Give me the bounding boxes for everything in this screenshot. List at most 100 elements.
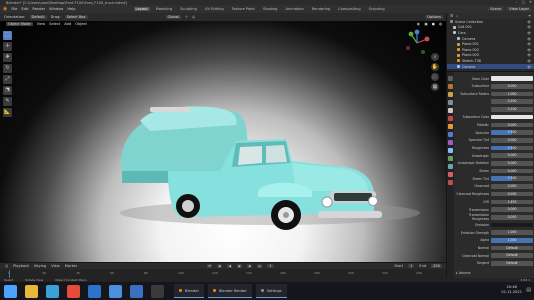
visibility-eye-icon[interactable]: 👁 xyxy=(527,42,531,46)
playhead-marker[interactable] xyxy=(9,270,10,278)
terminal-icon[interactable] xyxy=(151,284,164,298)
menu-window[interactable]: Window xyxy=(49,7,63,11)
tab-sculpting[interactable]: Sculpting xyxy=(178,7,199,11)
filter-icon[interactable]: ⏷ xyxy=(528,14,531,18)
maximize-icon[interactable]: □ xyxy=(522,0,525,4)
visibility-eye-icon[interactable]: 👁 xyxy=(527,59,531,63)
current-frame-field[interactable]: 1 xyxy=(267,264,274,268)
property-field[interactable] xyxy=(491,76,533,81)
outliner-search-icon[interactable]: ⌕ xyxy=(456,14,458,18)
property-field[interactable]: 0.100 xyxy=(491,107,533,112)
visibility-eye-icon[interactable]: 👁 xyxy=(527,65,531,69)
tab-rendering[interactable]: Rendering xyxy=(310,7,332,11)
taskbar-window-settings[interactable]: Settings xyxy=(255,284,287,298)
property-field[interactable]: 0.000 xyxy=(491,84,533,89)
visibility-eye-icon[interactable]: 👁 xyxy=(527,20,531,24)
property-field[interactable]: 1.450 xyxy=(491,199,533,205)
next-key-icon[interactable]: ◆ xyxy=(247,264,253,268)
property-field[interactable]: 0.030 xyxy=(491,191,533,197)
timeline-ruler[interactable]: 020406080100120140160180200220240 xyxy=(0,270,446,278)
menu-marker[interactable]: Marker xyxy=(65,264,77,268)
scene-tab-icon[interactable] xyxy=(448,108,453,113)
pivot-dropdown[interactable]: Global xyxy=(165,15,181,19)
tab-layout[interactable]: Layout xyxy=(133,7,150,11)
tab-uv-editing[interactable]: UV Editing xyxy=(203,7,226,11)
mail-icon[interactable] xyxy=(88,284,101,298)
property-field[interactable]: Default xyxy=(491,245,533,251)
property-field[interactable] xyxy=(491,222,533,228)
menu-keying[interactable]: Keying xyxy=(34,264,46,268)
property-field[interactable]: 0.000 xyxy=(491,137,533,143)
edge-icon[interactable] xyxy=(46,284,59,298)
tab-texture-paint[interactable]: Texture Paint xyxy=(230,7,257,11)
property-field[interactable]: 0.500 xyxy=(491,176,533,182)
visibility-eye-icon[interactable]: 👁 xyxy=(527,53,531,57)
object-tab-icon[interactable] xyxy=(448,124,453,129)
texture-tab-icon[interactable] xyxy=(448,180,453,185)
play-reverse-icon[interactable]: ◀ xyxy=(227,264,233,268)
property-field[interactable] xyxy=(491,114,533,120)
property-field[interactable]: 1.000 xyxy=(491,230,533,235)
menu-file[interactable]: File xyxy=(11,7,17,11)
scene-selector[interactable]: Scene xyxy=(488,7,504,11)
render-tab-icon[interactable] xyxy=(448,84,453,89)
prev-key-icon[interactable]: ◆ xyxy=(217,264,223,268)
property-field[interactable]: 0.500 xyxy=(491,145,533,151)
proportional-icon[interactable]: ◎ xyxy=(192,15,195,19)
jump-start-icon[interactable]: ⏮ xyxy=(207,264,213,268)
tool-tab-icon[interactable] xyxy=(448,76,453,81)
visibility-eye-icon[interactable]: 👁 xyxy=(527,37,531,41)
tab-modeling[interactable]: Modeling xyxy=(154,7,174,11)
system-clock[interactable]: 20:46 01.11.2021 xyxy=(501,285,522,295)
snap-icon[interactable]: ⊹ xyxy=(185,15,188,19)
property-field[interactable]: 1.000 xyxy=(491,238,533,243)
property-field[interactable]: 0.000 xyxy=(491,153,533,158)
visibility-eye-icon[interactable]: 👁 xyxy=(527,25,531,29)
outliner-item[interactable]: Camera 👁 xyxy=(447,63,534,70)
outliner-editor-icon[interactable]: ☰ xyxy=(450,14,453,18)
property-field[interactable]: 0.500 xyxy=(491,130,533,135)
chrome-icon[interactable] xyxy=(67,284,80,298)
play-icon[interactable]: ▶ xyxy=(237,264,243,268)
orientation-dropdown[interactable]: Default xyxy=(29,15,47,19)
drag-dropdown[interactable]: Select Box xyxy=(64,15,88,19)
tab-scripting[interactable]: Scripting xyxy=(367,7,387,11)
property-field[interactable]: 0.000 xyxy=(491,214,533,220)
start-icon[interactable] xyxy=(4,284,17,298)
property-field[interactable]: 0.000 xyxy=(491,161,533,166)
start-frame-field[interactable]: 1 xyxy=(408,264,415,268)
taskbar-window-blender[interactable]: Blender xyxy=(174,284,204,298)
modifier-tab-icon[interactable] xyxy=(448,132,453,137)
world-tab-icon[interactable] xyxy=(448,116,453,121)
property-field[interactable]: 0.000 xyxy=(491,122,533,128)
3d-viewport[interactable]: Object Mode View Select Add Object ◐ ▣ ●… xyxy=(0,21,446,262)
view-layer-selector[interactable]: View Layer xyxy=(507,7,531,11)
particles-tab-icon[interactable] xyxy=(448,140,453,145)
menu-help[interactable]: Help xyxy=(67,7,75,11)
jump-end-icon[interactable]: ⏭ xyxy=(257,264,263,268)
property-field[interactable]: 0.000 xyxy=(491,168,533,174)
property-field[interactable]: 1.000 xyxy=(491,91,533,97)
notification-icon[interactable]: ▤ xyxy=(526,287,531,293)
options-dropdown[interactable]: Options xyxy=(425,15,443,19)
end-frame-field[interactable]: 250 xyxy=(431,264,442,268)
material-tab-icon[interactable] xyxy=(448,172,453,177)
property-field[interactable]: 0.000 xyxy=(491,207,533,212)
visibility-eye-icon[interactable]: 👁 xyxy=(527,31,531,35)
file-explorer-icon[interactable] xyxy=(25,284,38,298)
close-icon[interactable]: ✕ xyxy=(529,0,532,4)
property-field[interactable]: Default xyxy=(491,253,533,259)
output-tab-icon[interactable] xyxy=(448,92,453,97)
volume-section-header[interactable]: ▸ Volume xyxy=(456,271,470,275)
tab-compositing[interactable]: Compositing xyxy=(336,7,363,11)
view-layer-tab-icon[interactable] xyxy=(448,100,453,105)
tab-shading[interactable]: Shading xyxy=(261,7,280,11)
menu-playback[interactable]: Playback xyxy=(13,264,29,268)
menu-render[interactable]: Render xyxy=(32,7,45,11)
photos-icon[interactable] xyxy=(130,284,143,298)
data-tab-icon[interactable] xyxy=(448,164,453,169)
physics-tab-icon[interactable] xyxy=(448,148,453,153)
timeline-editor-icon[interactable]: ◷ xyxy=(5,264,8,268)
blender-logo-icon[interactable]: ◉ xyxy=(3,6,7,12)
menu-view-timeline[interactable]: View xyxy=(51,264,60,268)
